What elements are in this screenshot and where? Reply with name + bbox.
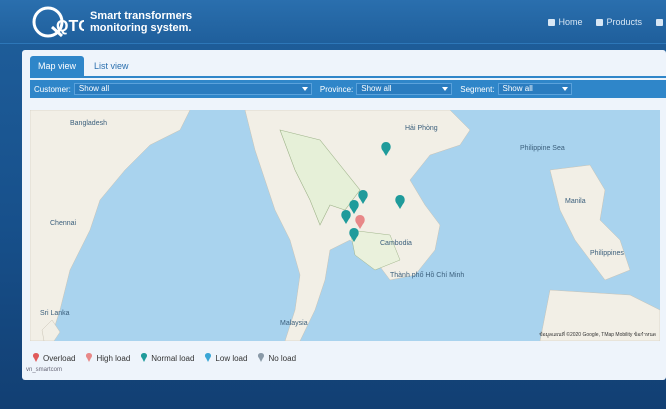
chevron-down-icon: [442, 87, 449, 91]
qtc-logo: QTC: [32, 6, 84, 38]
home-icon: [548, 18, 556, 26]
logo-text: QTC: [56, 18, 84, 35]
map-attribution: ข้อมูลแผนที่ ©2020 Google, TMap Mobility…: [539, 332, 656, 338]
map-label-bangladesh: Bangladesh: [70, 120, 107, 127]
top-nav: Home Products: [548, 15, 666, 29]
nav-home-label: Home: [558, 17, 583, 27]
customer-filter: Customer: Show all: [34, 83, 312, 95]
brand-line-2: monitoring system.: [90, 22, 192, 34]
province-select[interactable]: Show all: [356, 83, 453, 95]
main-panel: Map view List view Customer: Show all Pr…: [22, 50, 666, 380]
map-canvas[interactable]: Hải Phòng Philippine Sea Manila Philippi…: [30, 110, 660, 341]
map-label-philippine-sea: Philippine Sea: [520, 145, 565, 152]
view-tabs: Map view List view: [30, 56, 666, 78]
filter-bar: Customer: Show all Province: Show all Se…: [30, 80, 666, 98]
map-pin-icon: [86, 353, 93, 362]
legend-no-load-label: No load: [268, 353, 297, 363]
legend-overload: Overload: [32, 353, 75, 363]
legend-no-load: No load: [257, 353, 296, 363]
legend-normal-load-label: Normal load: [151, 353, 195, 363]
load-legend: Overload High load Normal load Low load …: [32, 353, 296, 363]
map-label-manila: Manila: [565, 198, 586, 205]
map-label-hcmc: Thành phố Hồ Chí Minh: [390, 272, 465, 279]
brand-line-1: Smart transformers: [90, 10, 193, 22]
map-pin-icon: [141, 353, 148, 362]
map-label-hai-phong: Hải Phòng: [405, 125, 438, 132]
customer-filter-label: Customer:: [34, 84, 71, 94]
top-bar: QTC Smart transformers monitoring system…: [0, 0, 666, 44]
tab-list-view[interactable]: List view: [86, 56, 137, 76]
map-label-chennai: Chennai: [50, 220, 77, 227]
legend-note: vn_smartcom: [26, 367, 63, 373]
nav-home[interactable]: Home: [548, 15, 582, 29]
legend-high-load-label: High load: [96, 353, 131, 363]
chevron-down-icon: [301, 87, 308, 91]
nav-products[interactable]: Products: [596, 15, 642, 29]
legend-high-load: High load: [85, 353, 130, 363]
map-pin-icon: [32, 353, 40, 362]
segment-select[interactable]: Show all: [497, 83, 572, 95]
settings-icon: [656, 18, 663, 26]
map-svg: [30, 110, 660, 341]
nav-products-label: Products: [606, 17, 642, 27]
legend-overload-label: Overload: [43, 353, 76, 363]
map-label-cambodia: Cambodia: [380, 240, 412, 247]
segment-filter-label: Segment:: [460, 84, 495, 94]
tab-map-view[interactable]: Map view: [30, 56, 85, 76]
customer-select-value: Show all: [78, 84, 110, 93]
map-pin-icon: [205, 353, 212, 362]
segment-filter: Segment: Show all: [460, 83, 572, 95]
customer-select[interactable]: Show all: [73, 83, 312, 95]
legend-low-load-label: Low load: [215, 353, 248, 363]
province-filter-label: Province:: [319, 84, 354, 94]
chevron-down-icon: [561, 87, 568, 91]
province-filter: Province: Show all: [319, 83, 453, 95]
nav-settings[interactable]: [656, 15, 666, 29]
map-label-philippines: Philippines: [590, 250, 624, 257]
legend-low-load: Low load: [204, 353, 247, 363]
map-label-sri-lanka: Sri Lanka: [40, 310, 70, 317]
map-pin-icon: [258, 353, 265, 362]
legend-normal-load: Normal load: [140, 353, 194, 363]
brand-title: Smart transformers monitoring system.: [90, 10, 192, 34]
user-icon: [596, 18, 604, 26]
segment-select-value: Show all: [502, 84, 533, 93]
province-select-value: Show all: [361, 84, 392, 93]
map-label-malaysia: Malaysia: [280, 320, 308, 327]
